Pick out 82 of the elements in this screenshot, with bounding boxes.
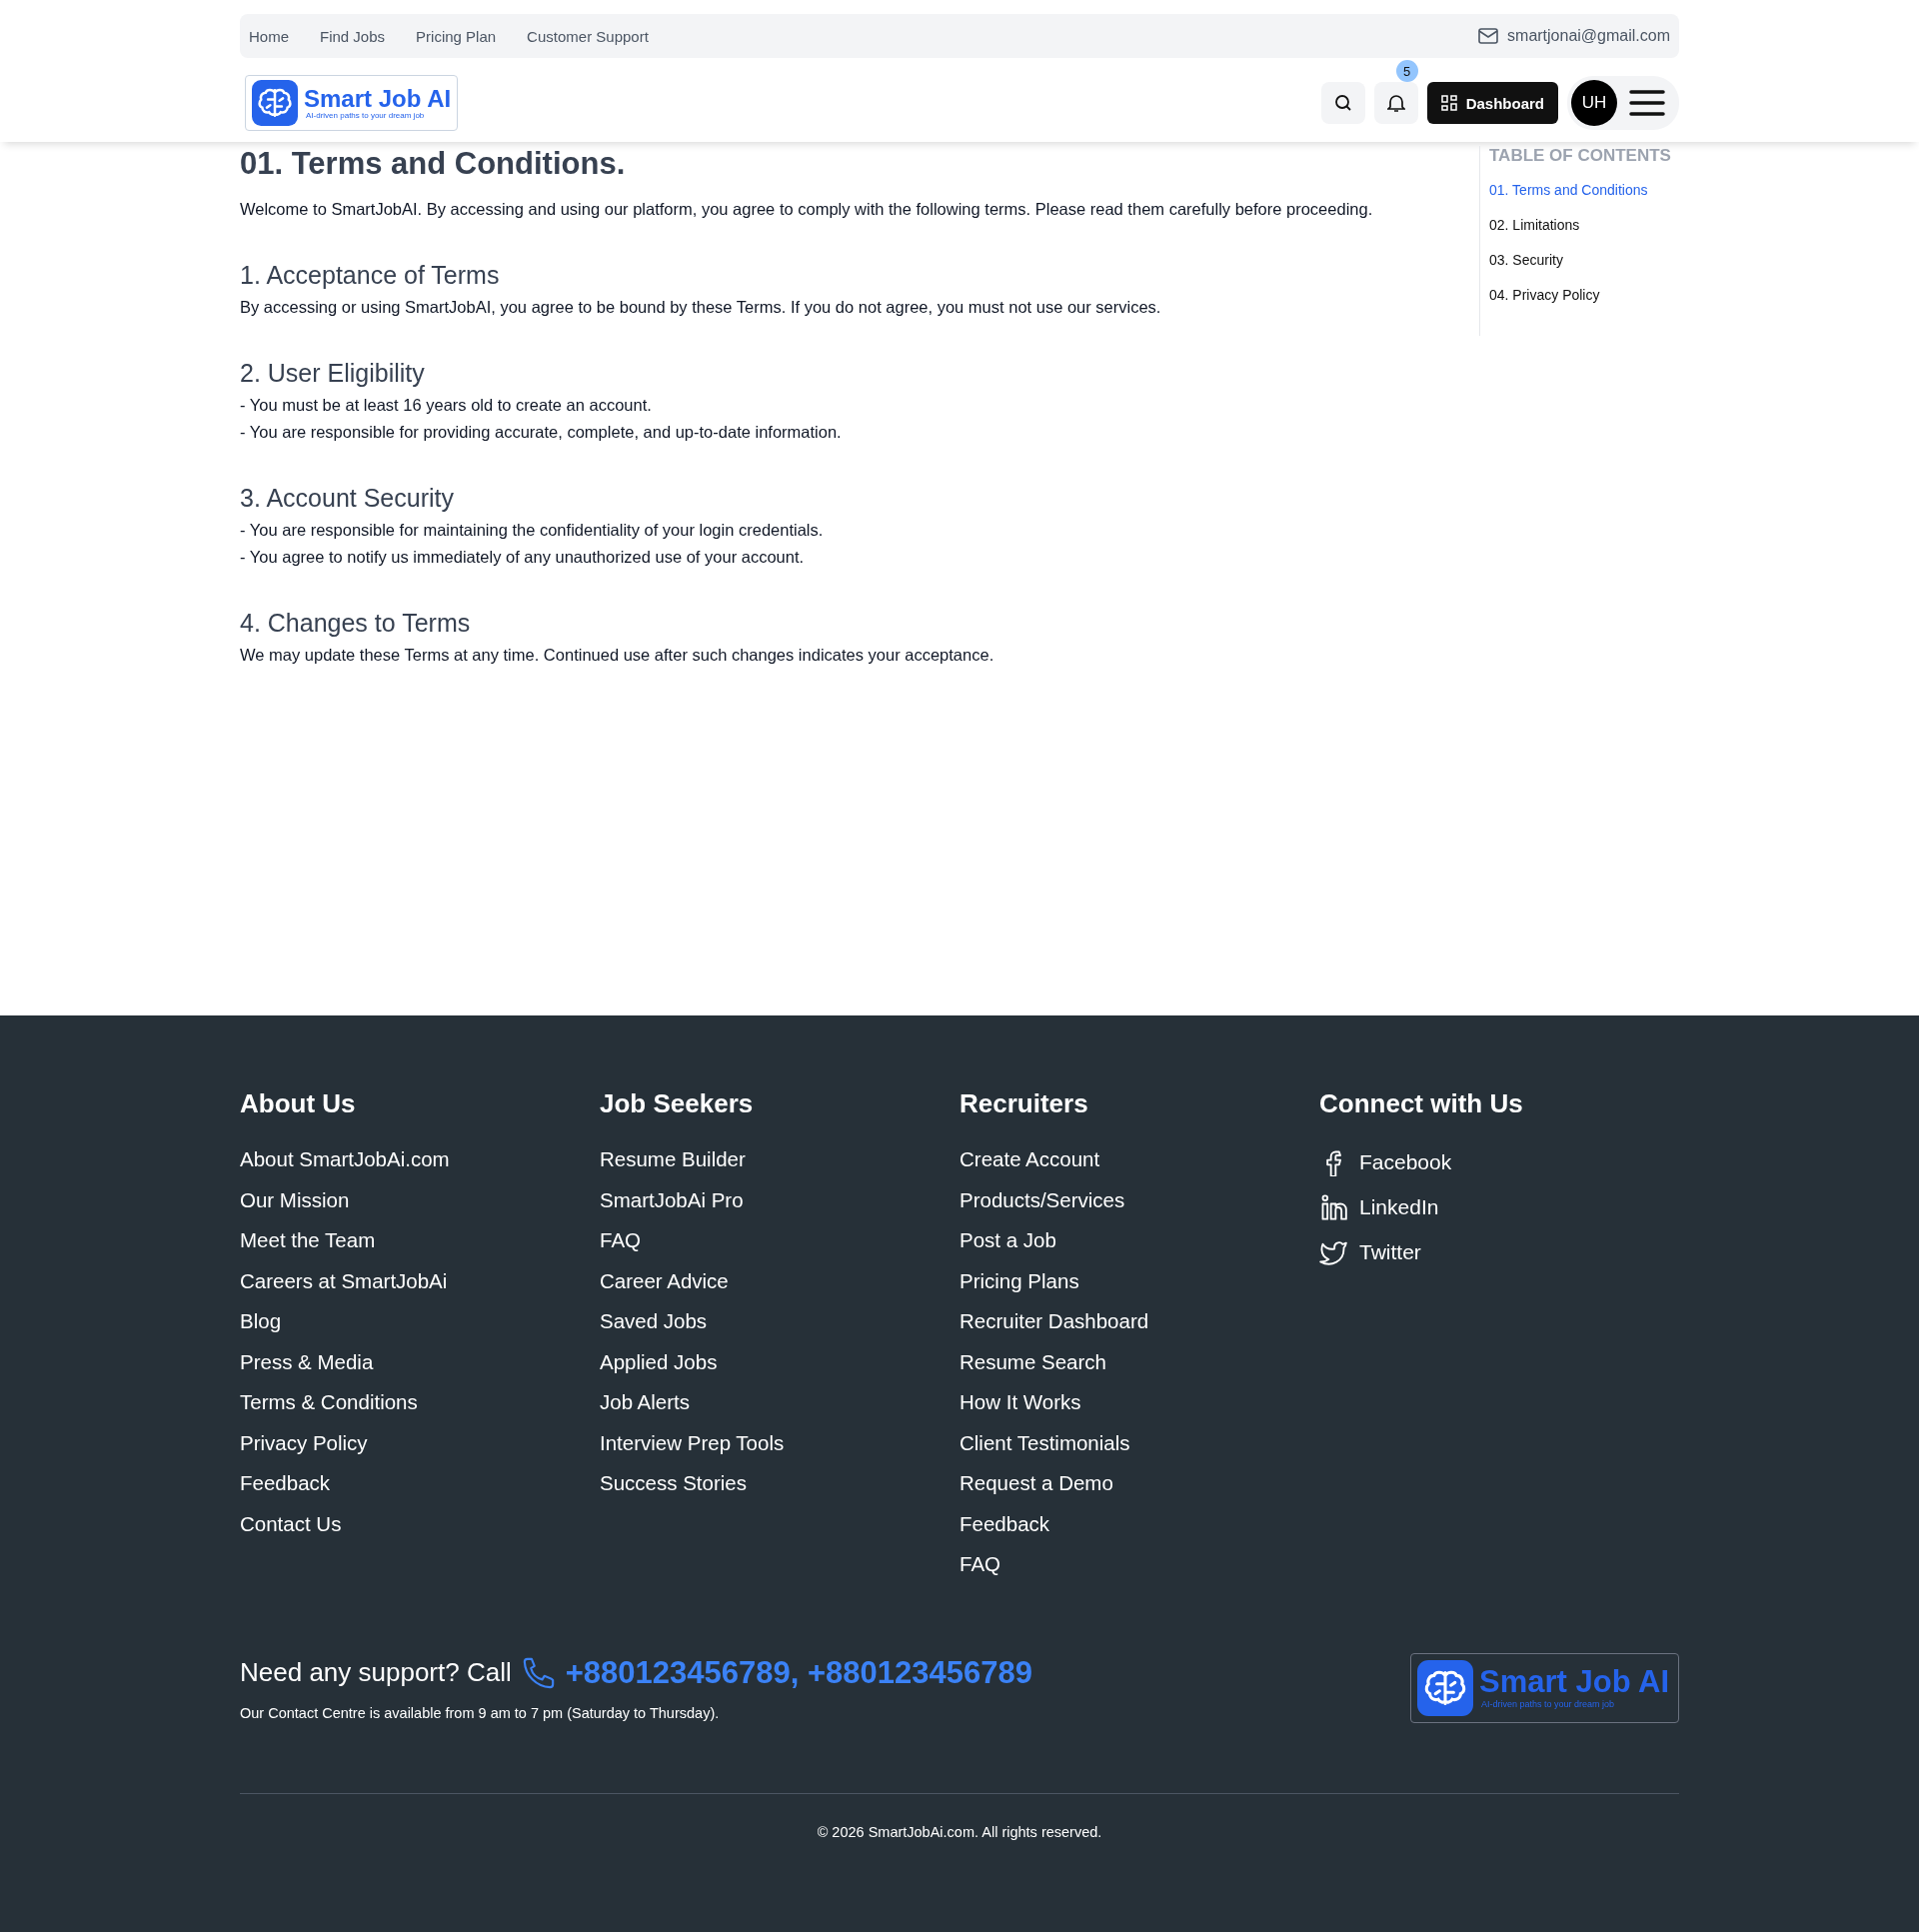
section-text: - You are responsible for maintaining the confidentiality of your login credentials.	[240, 520, 825, 541]
search-icon	[1333, 94, 1352, 112]
footer-link[interactable]: Resume Search	[960, 1341, 1319, 1382]
footer-link[interactable]: Blog	[240, 1301, 600, 1342]
footer-heading: Job Seekers	[600, 1088, 755, 1119]
footer-link[interactable]: Recruiter Dashboard	[960, 1301, 1319, 1342]
social-link[interactable]: Facebook	[1359, 1149, 1452, 1174]
section-text: We may update these Terms at any time. Continued use after such changes indicates your acceptance.	[240, 645, 995, 666]
footer-link[interactable]: Contact Us	[240, 1503, 600, 1544]
social-link[interactable]: LinkedIn	[1359, 1194, 1439, 1219]
intro-paragraph: Welcome to SmartJobAI. By accessing and using our platform, you agree to comply with the following terms. Please read them carefully before proceeding.	[240, 199, 1374, 220]
copyright-text: © 2026 SmartJobAi.com. All rights reserved.	[817, 1823, 1102, 1840]
top-nav-link[interactable]: Home	[249, 27, 289, 45]
toc-title: TABLE OF CONTENTS	[1489, 146, 1672, 166]
brain-logo-icon	[1417, 1659, 1473, 1716]
footer-link[interactable]: FAQ	[600, 1220, 960, 1261]
linkedin-icon	[1319, 1192, 1347, 1221]
grid-icon	[1440, 95, 1457, 111]
footer-link[interactable]: Saved Jobs	[600, 1301, 960, 1342]
search-button[interactable]	[1320, 82, 1365, 124]
footer-link[interactable]: Interview Prep Tools	[600, 1422, 960, 1463]
support-text: Need any support? Call	[240, 1657, 512, 1688]
phone-icon	[521, 1655, 556, 1690]
support-hours: Our Contact Centre is available from 9 am to 7 pm (Saturday to Thursday).	[240, 1704, 721, 1721]
footer-link[interactable]: Success Stories	[600, 1463, 960, 1504]
section-text: - You must be at least 16 years old to create an account.	[240, 395, 653, 416]
phone-numbers-link[interactable]: +880123456789, +880123456789	[565, 1654, 1032, 1691]
footer-link[interactable]: Client Testimonials	[960, 1422, 1319, 1463]
footer-link[interactable]: Feedback	[240, 1463, 600, 1504]
notification-count: 5	[1395, 60, 1418, 82]
toc-link[interactable]: 01. Terms and Conditions	[1489, 174, 1679, 209]
footer-link[interactable]: Privacy Policy	[240, 1422, 600, 1463]
section-heading: 4. Changes to Terms	[240, 609, 472, 638]
dashboard-button[interactable]: Dashboard	[1426, 82, 1558, 124]
logo-tagline: AI-driven paths to your dream job	[1481, 1698, 1616, 1709]
toc-link[interactable]: 04. Privacy Policy	[1489, 279, 1679, 314]
section-text: By accessing or using SmartJobAI, you agree to be bound by these Terms. If you do not agree, you must not use our services.	[240, 297, 1162, 318]
logo-name: Smart Job AI	[304, 85, 452, 112]
footer-link[interactable]: Feedback	[960, 1503, 1319, 1544]
footer-link[interactable]: Our Mission	[240, 1179, 600, 1220]
section-text: - You are responsible for providing accurate, complete, and up-to-date information.	[240, 422, 843, 443]
logo-name: Smart Job AI	[1479, 1666, 1670, 1699]
footer-link[interactable]: Products/Services	[960, 1179, 1319, 1220]
footer-link[interactable]: Careers at SmartJobAi	[240, 1260, 600, 1301]
footer-link[interactable]: Resume Builder	[600, 1139, 960, 1180]
footer-link[interactable]: Pricing Plans	[960, 1260, 1319, 1301]
top-nav-link[interactable]: Customer Support	[527, 27, 649, 45]
logo-tagline: AI-driven paths to your dream job	[306, 111, 426, 121]
top-nav-link[interactable]: Pricing Plan	[416, 27, 497, 45]
footer-link[interactable]: Request a Demo	[960, 1463, 1319, 1504]
user-avatar[interactable]: UH	[1571, 80, 1617, 126]
footer-link[interactable]: Post a Job	[960, 1220, 1319, 1261]
section-heading: 1. Acceptance of Terms	[240, 261, 501, 290]
logo[interactable]: Smart Job AI AI-driven paths to your dream job	[245, 75, 459, 131]
menu-icon[interactable]	[1629, 89, 1665, 117]
footer-link[interactable]: Job Alerts	[600, 1382, 960, 1423]
email-address: smartjonai@gmail.com	[1507, 27, 1670, 45]
footer-link[interactable]: About SmartJobAi.com	[240, 1139, 600, 1180]
footer-link[interactable]: Meet the Team	[240, 1220, 600, 1261]
bell-icon	[1386, 93, 1405, 113]
footer-link[interactable]: Career Advice	[600, 1260, 960, 1301]
footer-link[interactable]: Press & Media	[240, 1341, 600, 1382]
top-nav-link[interactable]: Find Jobs	[320, 27, 386, 45]
footer-link[interactable]: SmartJobAi Pro	[600, 1179, 960, 1220]
footer-heading: About Us	[240, 1088, 357, 1119]
footer-link[interactable]: Applied Jobs	[600, 1341, 960, 1382]
footer-heading: Connect with Us	[1319, 1088, 1524, 1119]
social-link[interactable]: Twitter	[1359, 1239, 1421, 1264]
section-heading: 2. User Eligibility	[240, 359, 426, 388]
footer-link[interactable]: Create Account	[960, 1139, 1319, 1180]
toc-link[interactable]: 02. Limitations	[1489, 209, 1679, 244]
footer-link[interactable]: FAQ	[960, 1544, 1319, 1585]
footer-link[interactable]: Terms & Conditions	[240, 1382, 600, 1423]
mail-icon	[1478, 28, 1499, 44]
footer-link[interactable]: How It Works	[960, 1382, 1319, 1423]
section-heading: 3. Account Security	[240, 484, 455, 513]
section-text: - You agree to notify us immediately of any unauthorized use of your account.	[240, 547, 806, 568]
footer-heading: Recruiters	[960, 1088, 1089, 1119]
notifications-button[interactable]	[1373, 82, 1418, 124]
brain-logo-icon	[252, 80, 298, 126]
toc-link[interactable]: 03. Security	[1489, 244, 1679, 279]
page-title: 01. Terms and Conditions.	[240, 146, 627, 182]
